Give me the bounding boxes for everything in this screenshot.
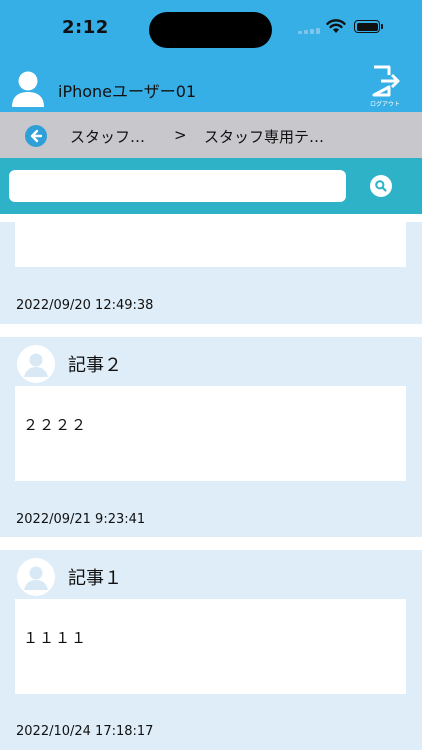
post-date: 2022/10/24 17:18:17 [16,724,154,739]
post-avatar-icon [17,558,55,596]
logout-button[interactable]: ログアウト [366,64,404,108]
app-header: iPhoneユーザー01 ログアウト [0,58,422,112]
user-avatar-icon [12,71,44,107]
user-name: iPhoneユーザー01 [58,82,197,101]
post-body-text: ２２２２ [23,416,88,434]
search-button[interactable] [370,175,392,197]
status-bar: 2:12 [0,0,422,58]
cellular-signal-icon [298,26,322,34]
post-body: ２２２２ [15,386,406,481]
post-avatar-icon [17,345,55,383]
logout-label: ログアウト [369,101,400,108]
post-title: 記事１ [68,568,122,589]
post-date: 2022/09/21 9:23:41 [16,512,146,527]
dynamic-island [149,12,272,48]
wifi-icon [326,19,346,33]
post-card[interactable]: 記事１ １１１１ 2022/10/24 17:18:17 [0,550,422,750]
search-bar [0,158,422,214]
breadcrumb-item-staff[interactable]: スタッフ… [70,126,145,147]
post-body: １１１１ [15,599,406,694]
post-body-text: １１１１ [23,629,88,647]
breadcrumb: スタッフ… > スタッフ専用テ… [0,112,422,158]
breadcrumb-item-staff-only[interactable]: スタッフ専用テ… [204,126,324,147]
breadcrumb-separator: > [174,126,187,144]
search-input[interactable] [9,170,346,202]
arrow-left-icon [30,129,43,143]
post-title: 記事２ [68,355,122,376]
battery-icon [354,20,383,33]
post-feed[interactable]: 2022/09/20 12:49:38 記事２ ２２２２ 2022/09/21 … [0,214,422,750]
status-time: 2:12 [62,17,109,38]
logout-icon [372,65,400,97]
post-body [15,214,406,267]
search-icon [375,180,387,192]
post-date: 2022/09/20 12:49:38 [16,298,154,313]
post-card[interactable]: 記事２ ２２２２ 2022/09/21 9:23:41 [0,337,422,537]
post-card[interactable]: 2022/09/20 12:49:38 [0,214,422,324]
back-button[interactable] [25,125,47,147]
